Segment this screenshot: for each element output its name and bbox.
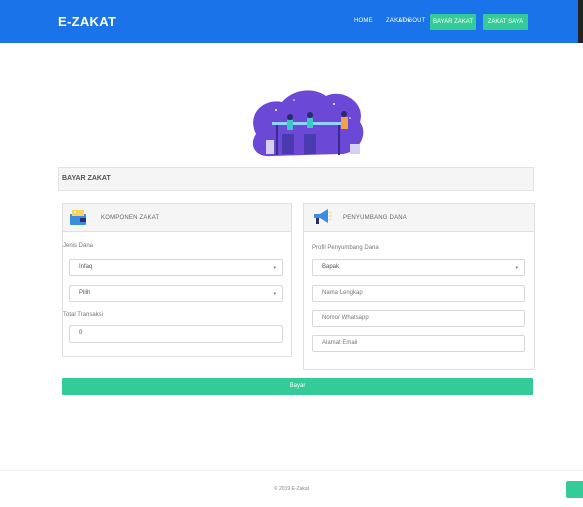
- chevron-down-icon: ▾: [273, 291, 276, 297]
- scroll-top-button[interactable]: [566, 481, 583, 498]
- section-header: [58, 167, 534, 191]
- footer-divider: [0, 470, 583, 471]
- nomor-whatsapp-input[interactable]: Nomor Whatsapp: [312, 310, 525, 327]
- profil-penyumbang-select[interactable]: Bapak ▾: [312, 259, 525, 276]
- penyumbang-dana-panel: PENYUMBANG DANA Profil Penyumbang Dana B…: [303, 203, 535, 370]
- brand-logo[interactable]: E-ZAKAT: [58, 14, 116, 29]
- nav-home[interactable]: HOME: [354, 18, 373, 24]
- section-title: BAYAR ZAKAT: [62, 175, 111, 182]
- penyumbang-panel-title: PENYUMBANG DANA: [343, 215, 408, 221]
- pilih-select[interactable]: Pilih ▾: [69, 285, 283, 302]
- zakat-saya-button[interactable]: ZAKAT SAYA: [483, 14, 528, 30]
- nav-logout[interactable]: LOGOUT: [399, 18, 426, 24]
- komponen-panel-title: KOMPONEN ZAKAT: [101, 215, 160, 221]
- komponen-zakat-panel: KOMPONEN ZAKAT Jenis Dana Infaq ▾ Pilih …: [62, 203, 292, 357]
- komponen-panel-header: KOMPONEN ZAKAT: [63, 204, 291, 232]
- total-transaksi-input[interactable]: 0: [69, 325, 283, 343]
- penyumbang-panel-header: PENYUMBANG DANA: [304, 204, 534, 232]
- zakat-illustration: [252, 90, 364, 157]
- alamat-email-input[interactable]: Alamat Email: [312, 335, 525, 352]
- navbar: E-ZAKAT HOME ZAKAT ▾ LOGOUT BAYAR ZAKAT …: [0, 0, 578, 43]
- bayar-button[interactable]: Bayar: [62, 378, 533, 395]
- alamat-email-placeholder: Alamat Email: [322, 340, 358, 346]
- total-transaksi-value: 0: [79, 330, 83, 336]
- pilih-value: Pilih: [79, 290, 91, 296]
- profil-penyumbang-label: Profil Penyumbang Dana: [312, 245, 379, 251]
- nomor-whatsapp-placeholder: Nomor Whatsapp: [322, 315, 369, 321]
- jenis-dana-value: Infaq: [79, 264, 93, 270]
- megaphone-icon: [314, 209, 332, 224]
- wallet-icon: [70, 210, 86, 225]
- chevron-down-icon: ▾: [515, 265, 518, 271]
- nama-lengkap-input[interactable]: Nama Lengkap: [312, 285, 525, 302]
- window-edge: [578, 0, 583, 43]
- total-transaksi-label: Total Transaksi: [63, 312, 104, 318]
- nama-lengkap-placeholder: Nama Lengkap: [322, 290, 363, 296]
- chevron-down-icon: ▾: [273, 265, 276, 271]
- jenis-dana-label: Jenis Dana: [63, 243, 94, 249]
- jenis-dana-select[interactable]: Infaq ▾: [69, 259, 283, 276]
- profil-penyumbang-value: Bapak: [322, 264, 340, 270]
- bayar-zakat-button[interactable]: BAYAR ZAKAT: [430, 14, 476, 30]
- footer-copyright: © 2019 E-Zakat: [273, 486, 310, 492]
